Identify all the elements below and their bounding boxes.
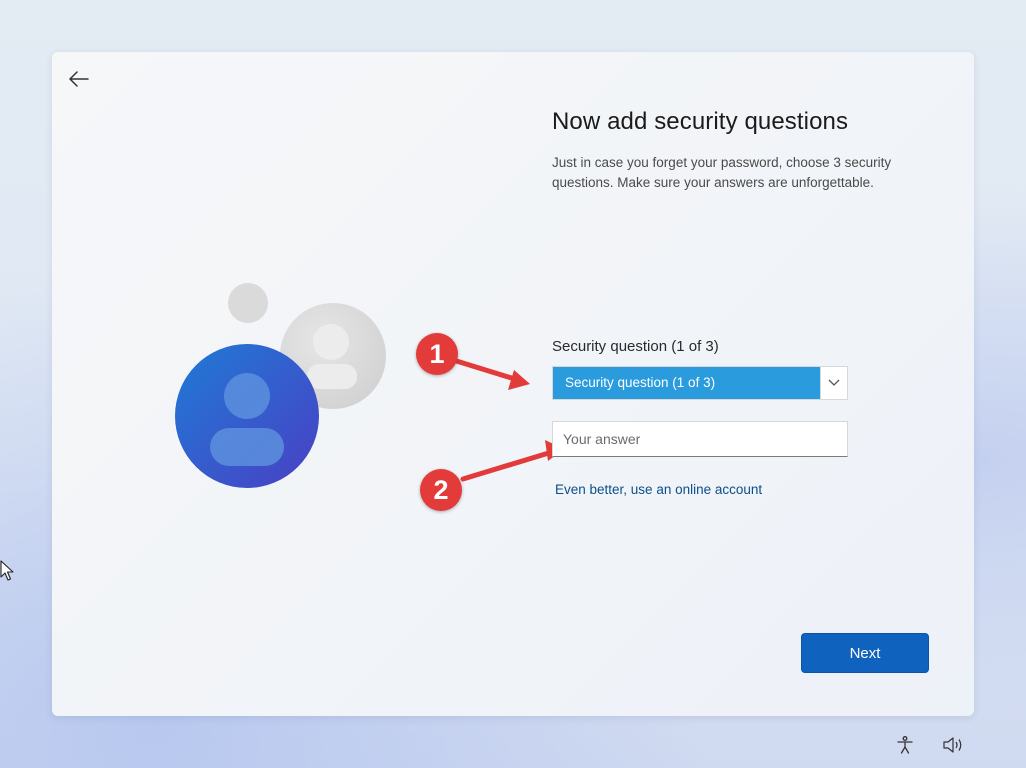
accessibility-icon (897, 736, 913, 754)
security-question-dropdown[interactable]: Security question (1 of 3) (552, 366, 848, 400)
annotation-marker-2: 2 (420, 469, 462, 511)
chevron-down-icon (828, 379, 840, 386)
annotation-marker-1: 1 (416, 333, 458, 375)
accessibility-button[interactable] (893, 733, 917, 757)
online-account-link[interactable]: Even better, use an online account (555, 482, 762, 497)
mouse-cursor-icon (0, 560, 14, 581)
security-question-label: Security question (1 of 3) (552, 338, 719, 355)
volume-icon (943, 737, 962, 753)
page-subtitle: Just in case you forget your password, c… (552, 155, 892, 190)
next-button[interactable]: Next (801, 633, 929, 673)
dropdown-toggle[interactable] (820, 367, 847, 399)
security-answer-input[interactable] (552, 421, 848, 457)
page-title: Now add security questions (552, 108, 849, 135)
security-question-selected: Security question (1 of 3) (553, 367, 820, 399)
back-button[interactable] (66, 66, 92, 92)
back-arrow-icon (69, 71, 89, 87)
volume-button[interactable] (941, 733, 965, 757)
setup-card: 1 2 Now add security questions Just in c… (52, 52, 974, 716)
